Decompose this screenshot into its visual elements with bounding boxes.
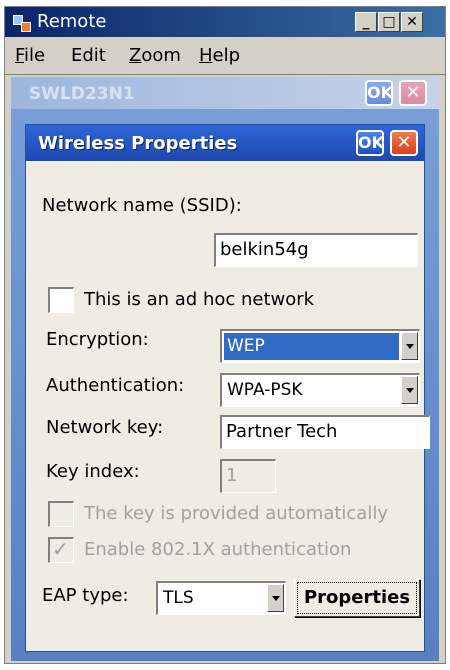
key-index-input[interactable]: 1 — [220, 459, 276, 493]
eap-type-select[interactable]: TLS — [156, 581, 286, 615]
dialog-close-button[interactable]: ✕ — [390, 130, 418, 156]
authentication-label: Authentication: — [46, 375, 185, 396]
menu-help[interactable]: Help — [199, 45, 240, 66]
key-index-label: Key index: — [46, 461, 140, 482]
encryption-value: WEP — [224, 333, 399, 360]
encryption-dropdown-arrow-icon[interactable] — [401, 332, 418, 360]
menu-file-label: ile — [24, 45, 46, 66]
encryption-select[interactable]: WEP — [220, 329, 420, 363]
authentication-value: WPA-PSK — [227, 380, 303, 400]
menu-bar: File Edit Zoom Help — [5, 38, 445, 75]
remote-window: Remote _ □ ✕ File Edit Zoom Help SWLD23N… — [4, 6, 446, 664]
menu-edit-mnemonic: E — [71, 45, 83, 66]
menu-zoom-mnemonic: Z — [129, 45, 142, 66]
eap-type-value: TLS — [163, 588, 194, 608]
menu-help-mnemonic: H — [199, 45, 213, 66]
remote-screen: SWLD23N1 OK ✕ Wireless Properties OK ✕ N… — [11, 77, 439, 661]
wireless-properties-dialog: Wireless Properties OK ✕ Network name (S… — [25, 124, 430, 652]
menu-file-mnemonic: F — [15, 45, 25, 66]
properties-button[interactable]: Properties — [294, 579, 420, 617]
background-dialog-title-bar: SWLD23N1 OK ✕ — [11, 77, 439, 109]
background-close-button[interactable]: ✕ — [399, 80, 427, 106]
eap-type-dropdown-arrow-icon[interactable] — [267, 584, 284, 612]
window-title: Remote — [37, 11, 107, 32]
auto-key-label: The key is provided automatically — [84, 503, 388, 524]
checkmark-icon: ✓ — [52, 537, 69, 561]
menu-zoom-label: oom — [141, 45, 181, 66]
minimize-button[interactable]: _ — [355, 12, 377, 32]
background-ok-button[interactable]: OK — [365, 80, 393, 106]
remote-app-icon — [13, 15, 31, 32]
authentication-select[interactable]: WPA-PSK — [220, 373, 420, 407]
menu-zoom[interactable]: Zoom — [129, 45, 181, 66]
network-name-label: Network name (SSID): — [42, 195, 242, 216]
network-key-label: Network key: — [46, 417, 164, 438]
dot1x-checkbox[interactable]: ✓ — [48, 537, 74, 563]
menu-file[interactable]: File — [15, 45, 45, 66]
authentication-dropdown-arrow-icon[interactable] — [401, 376, 418, 404]
menu-edit[interactable]: Edit — [71, 45, 106, 66]
network-name-input[interactable]: belkin54g — [214, 233, 418, 267]
adhoc-checkbox[interactable] — [48, 287, 74, 313]
maximize-button[interactable]: □ — [378, 12, 400, 32]
close-window-button[interactable]: ✕ — [401, 12, 423, 32]
adhoc-label: This is an ad hoc network — [84, 289, 315, 310]
dialog-title-bar: Wireless Properties OK ✕ — [26, 125, 424, 161]
menu-edit-label: dit — [82, 45, 106, 66]
background-dialog-title: SWLD23N1 — [29, 84, 135, 104]
encryption-label: Encryption: — [46, 329, 149, 350]
dialog-title: Wireless Properties — [38, 133, 238, 154]
menu-help-label: elp — [212, 45, 241, 66]
auto-key-checkbox[interactable] — [48, 501, 74, 527]
dot1x-label: Enable 802.1X authentication — [84, 539, 352, 560]
dialog-ok-button[interactable]: OK — [356, 130, 384, 156]
eap-type-label: EAP type: — [42, 585, 129, 606]
window-title-bar[interactable]: Remote _ □ ✕ — [5, 7, 445, 37]
properties-button-label: Properties — [297, 582, 417, 614]
network-key-input[interactable]: Partner Tech — [220, 415, 430, 449]
